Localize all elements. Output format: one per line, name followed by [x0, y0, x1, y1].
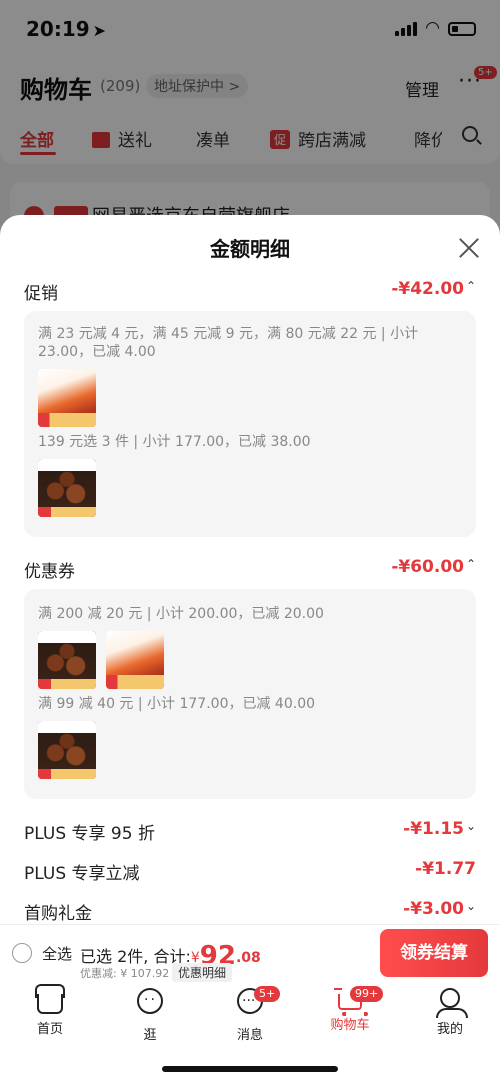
plus-discount-amount: -¥1.15: [403, 819, 464, 839]
product-thumb-snack[interactable]: [38, 369, 96, 427]
sheet-title: 金额明细: [210, 237, 290, 261]
coupon-amount: -¥60.00: [391, 557, 464, 577]
tab-cart[interactable]: 99+ 购物车: [320, 986, 384, 1033]
home-indicator: [162, 1066, 338, 1072]
discount-detail-button[interactable]: 优惠明细: [172, 963, 233, 982]
plus-instant-row: PLUS 专享立减 -¥1.77: [24, 859, 476, 885]
plus-discount-label: PLUS 专享 95 折: [24, 824, 155, 844]
coupon-row[interactable]: 优惠券 -¥60.00 ⌃: [24, 557, 476, 583]
message-badge: 5+: [254, 986, 281, 1002]
chevron-down-icon: ⌄: [465, 819, 476, 833]
coupon-rule-2: 满 99 减 40 元 | 小计 177.00，已减 40.00: [38, 696, 316, 712]
tab-profile[interactable]: 我的: [420, 988, 480, 1037]
promotion-row[interactable]: 促销 -¥42.00 ⌃: [24, 279, 476, 305]
tab-cart-label: 购物车: [330, 1018, 370, 1033]
tab-browse-label: 逛: [143, 1028, 157, 1043]
tab-messages[interactable]: 5+ 消息: [220, 986, 281, 1043]
coupon-label: 优惠券: [24, 562, 75, 582]
select-all-checkbox[interactable]: [12, 943, 32, 963]
plus-instant-amount: -¥1.77: [415, 859, 476, 879]
promotion-label: 促销: [24, 284, 58, 304]
checkout-bar: 全选 已选 2件, 合计:¥92.08 优惠减: ¥ 107.92 优惠明细 领…: [0, 924, 500, 984]
discount-text: 优惠减: ¥ 107.92: [80, 967, 170, 980]
browse-icon: [137, 988, 163, 1014]
cart-badge: 99+: [350, 986, 384, 1002]
promotion-amount: -¥42.00: [391, 279, 464, 299]
settle-button[interactable]: 领券结算: [380, 929, 488, 977]
product-thumb-meatball[interactable]: [38, 459, 96, 517]
first-gift-amount: -¥3.00: [403, 899, 464, 919]
tab-profile-label: 我的: [436, 1022, 463, 1037]
chevron-up-icon: ⌃: [465, 557, 476, 571]
select-all-label[interactable]: 全选: [42, 943, 72, 964]
chevron-up-icon: ⌃: [465, 279, 476, 293]
home-icon: [37, 994, 63, 1014]
promotion-detail-box: 满 23 元减 4 元，满 45 元减 9 元，满 80 元减 22 元 | 小…: [24, 311, 476, 537]
tab-home-label: 首页: [36, 1022, 63, 1037]
promotion-rule-1: 满 23 元减 4 元，满 45 元减 9 元，满 80 元减 22 元 | 小…: [38, 326, 419, 360]
coupon-detail-box: 满 200 减 20 元 | 小计 200.00，已减 20.00 满 99 减…: [24, 589, 476, 799]
profile-icon: [436, 988, 468, 1018]
tab-browse[interactable]: 逛: [120, 988, 180, 1043]
first-gift-row[interactable]: 首购礼金 -¥3.00 ⌄: [24, 899, 476, 925]
chevron-down-icon: ⌄: [465, 899, 476, 913]
tab-messages-label: 消息: [236, 1028, 263, 1043]
tab-home[interactable]: 首页: [20, 988, 80, 1037]
product-thumb-snack[interactable]: [106, 631, 164, 689]
promotion-rule-2: 139 元选 3 件 | 小计 177.00，已减 38.00: [38, 434, 311, 450]
product-thumb-meatball[interactable]: [38, 631, 96, 689]
first-gift-label: 首购礼金: [24, 904, 92, 924]
plus-discount-row[interactable]: PLUS 专享 95 折 -¥1.15 ⌄: [24, 819, 476, 845]
product-thumb-meatball[interactable]: [38, 721, 96, 779]
plus-instant-label: PLUS 专享立减: [24, 864, 140, 884]
coupon-rule-1: 满 200 减 20 元 | 小计 200.00，已减 20.00: [38, 606, 324, 622]
total-decimal: .08: [235, 950, 261, 966]
close-icon[interactable]: [456, 235, 482, 261]
